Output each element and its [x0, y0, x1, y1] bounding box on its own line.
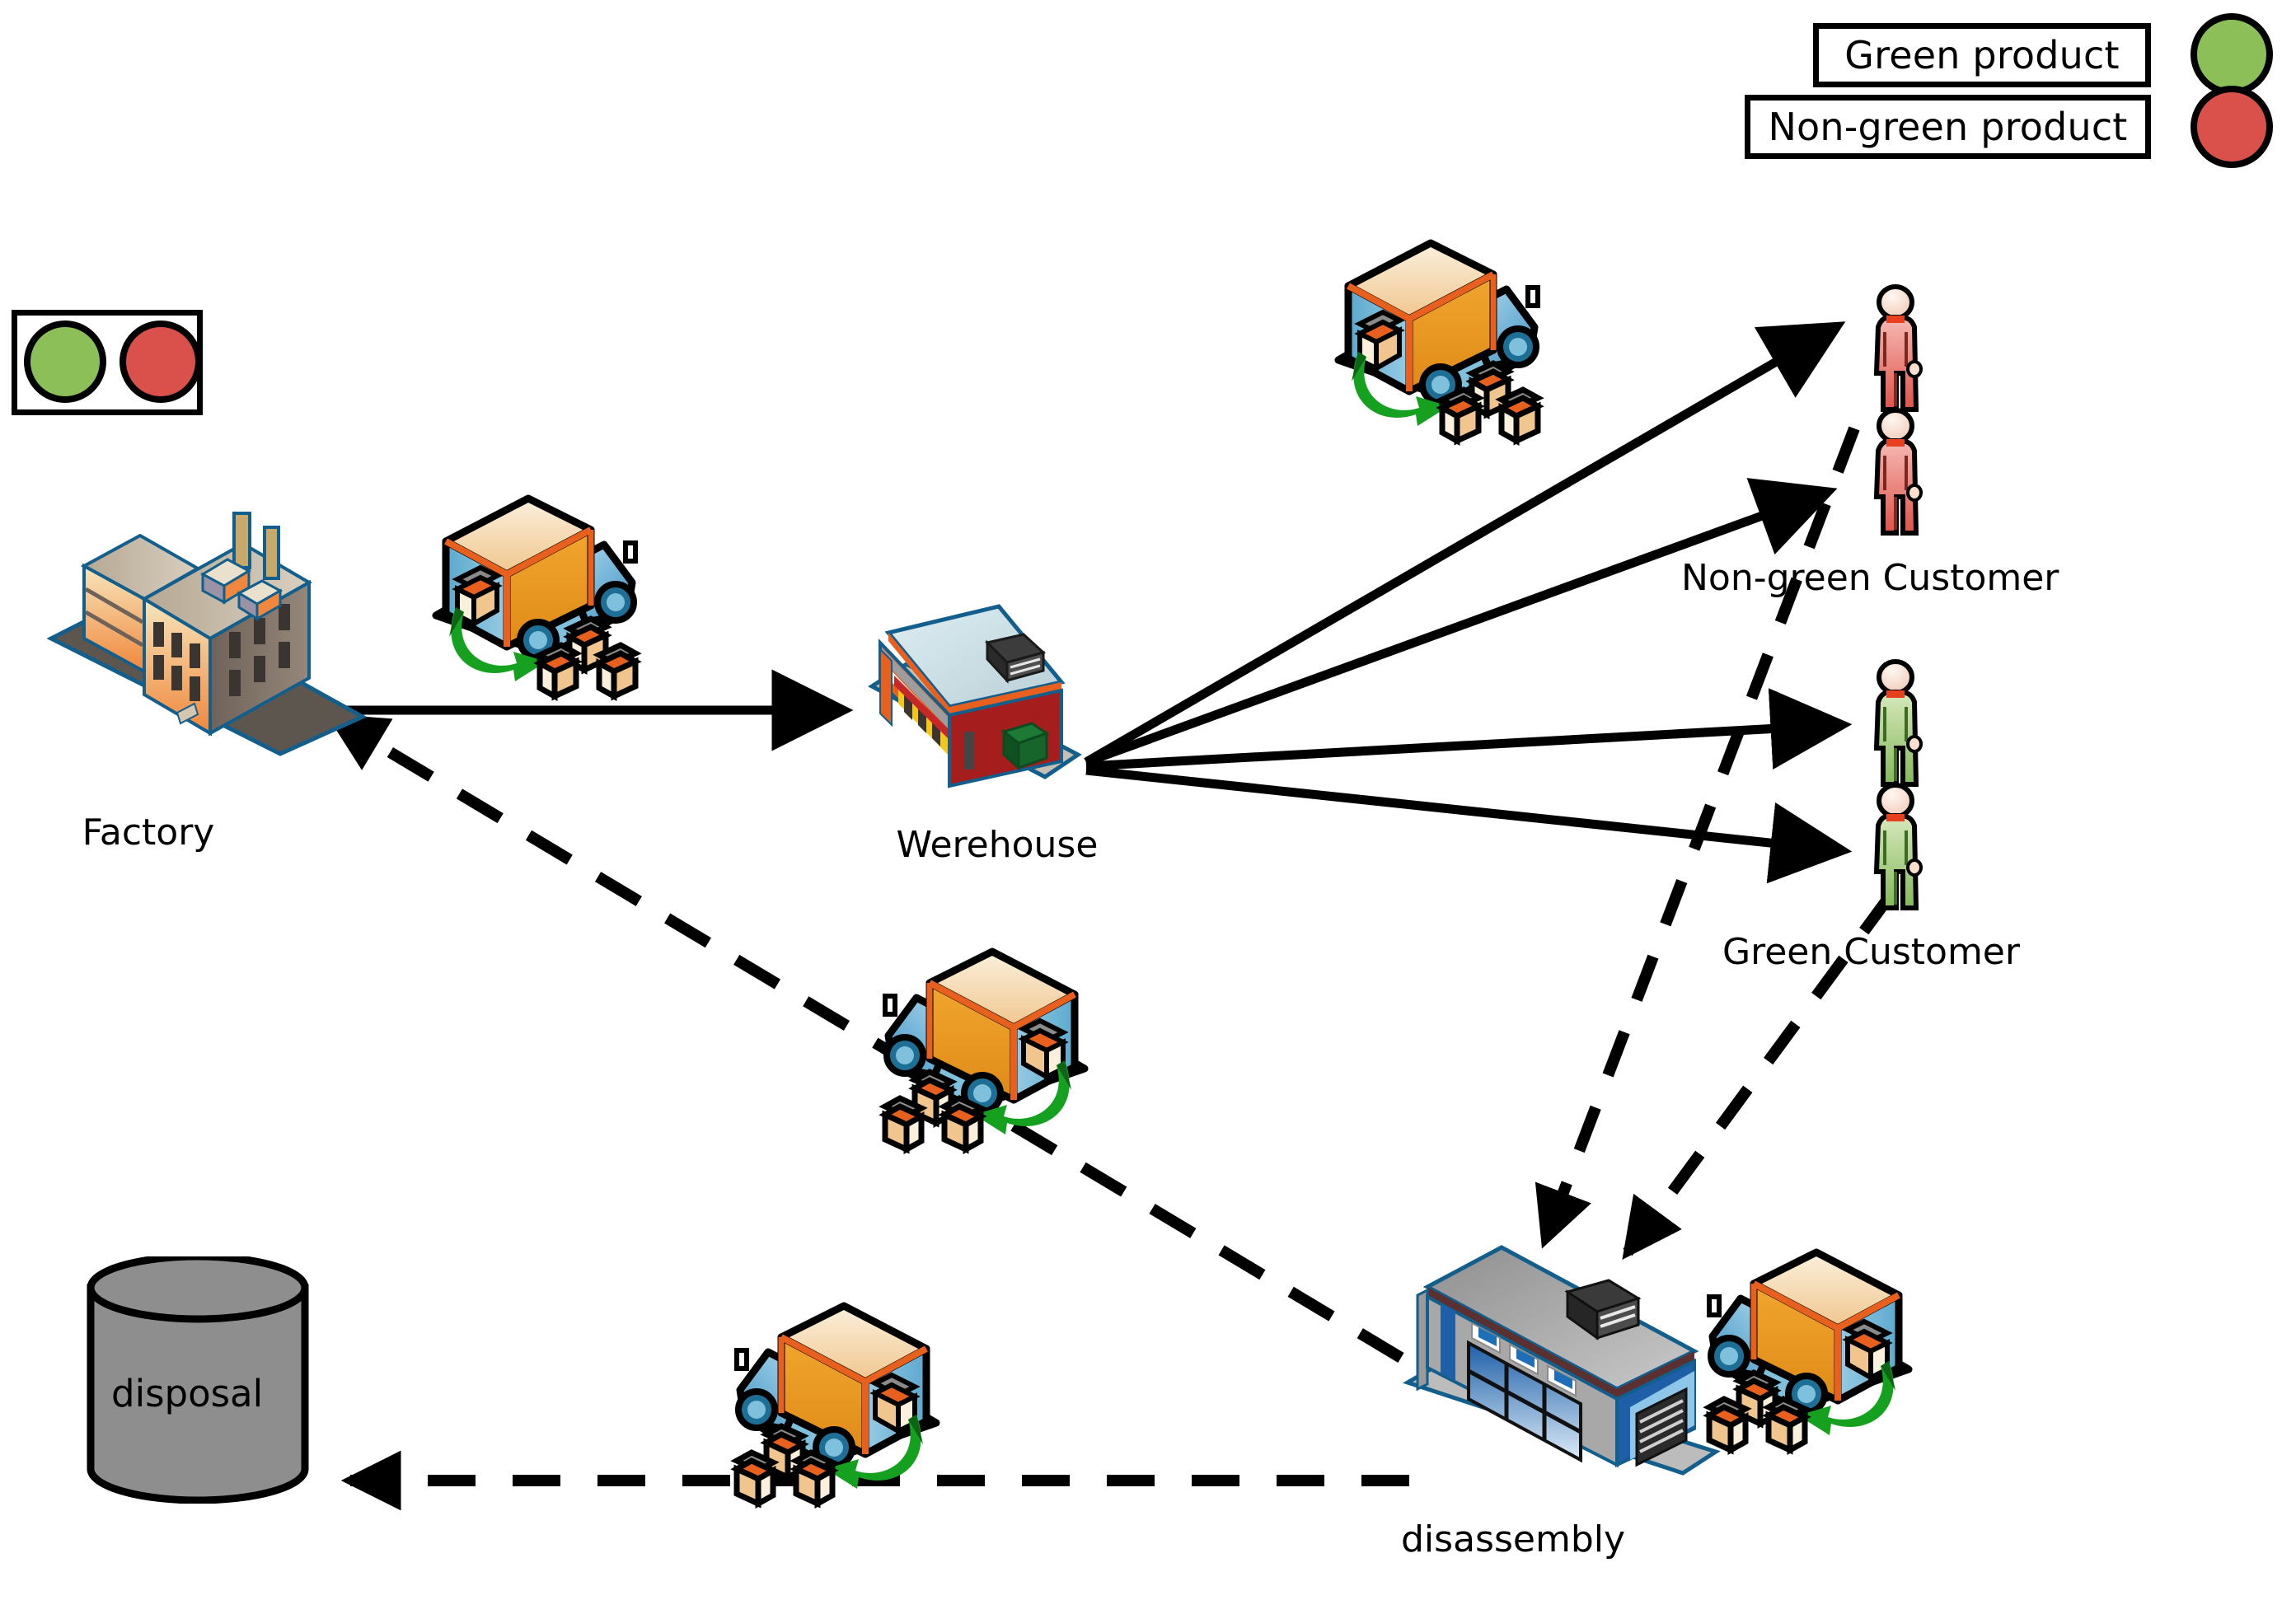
person-red-icon[interactable] — [1858, 284, 1933, 420]
warehouse-icon[interactable] — [849, 600, 1154, 822]
warehouse-label: Werehouse — [896, 824, 1099, 866]
red-circle-icon — [119, 320, 202, 403]
green-circle-icon — [24, 320, 106, 403]
nongreen-customer-label: Non-green Customer — [1681, 557, 2059, 599]
diagram-canvas: Factory Werehouse Non-green Customer Gre… — [0, 0, 2296, 1600]
person-red-icon[interactable] — [1858, 408, 1933, 544]
disassembly-label: disassembly — [1401, 1518, 1626, 1560]
factory-label: Factory — [82, 812, 215, 854]
disposal-label: disposal — [111, 1372, 264, 1415]
legend-green-product-label: Green product — [1844, 33, 2120, 77]
green-customer-label: Green Customer — [1722, 931, 2020, 973]
person-green-icon[interactable] — [1858, 659, 1933, 795]
red-circle-icon — [2191, 86, 2273, 168]
factory-icon[interactable] — [33, 507, 379, 779]
delivery-truck-icon[interactable] — [1681, 1244, 1928, 1475]
delivery-truck-icon[interactable] — [857, 943, 1104, 1174]
legend-nongreen-product-label: Non-green product — [1768, 105, 2128, 149]
green-circle-icon — [2191, 13, 2273, 96]
delivery-truck-icon[interactable] — [416, 490, 663, 721]
flow-nongreen-to-disassembly — [1535, 426, 1860, 1249]
delivery-truck-icon[interactable] — [709, 1298, 956, 1528]
legend-green-product-box: Green product — [1813, 23, 2151, 87]
legend-nongreen-product-box: Non-green product — [1745, 95, 2151, 159]
delivery-truck-icon[interactable] — [1319, 235, 1566, 465]
person-green-icon[interactable] — [1858, 783, 1933, 919]
